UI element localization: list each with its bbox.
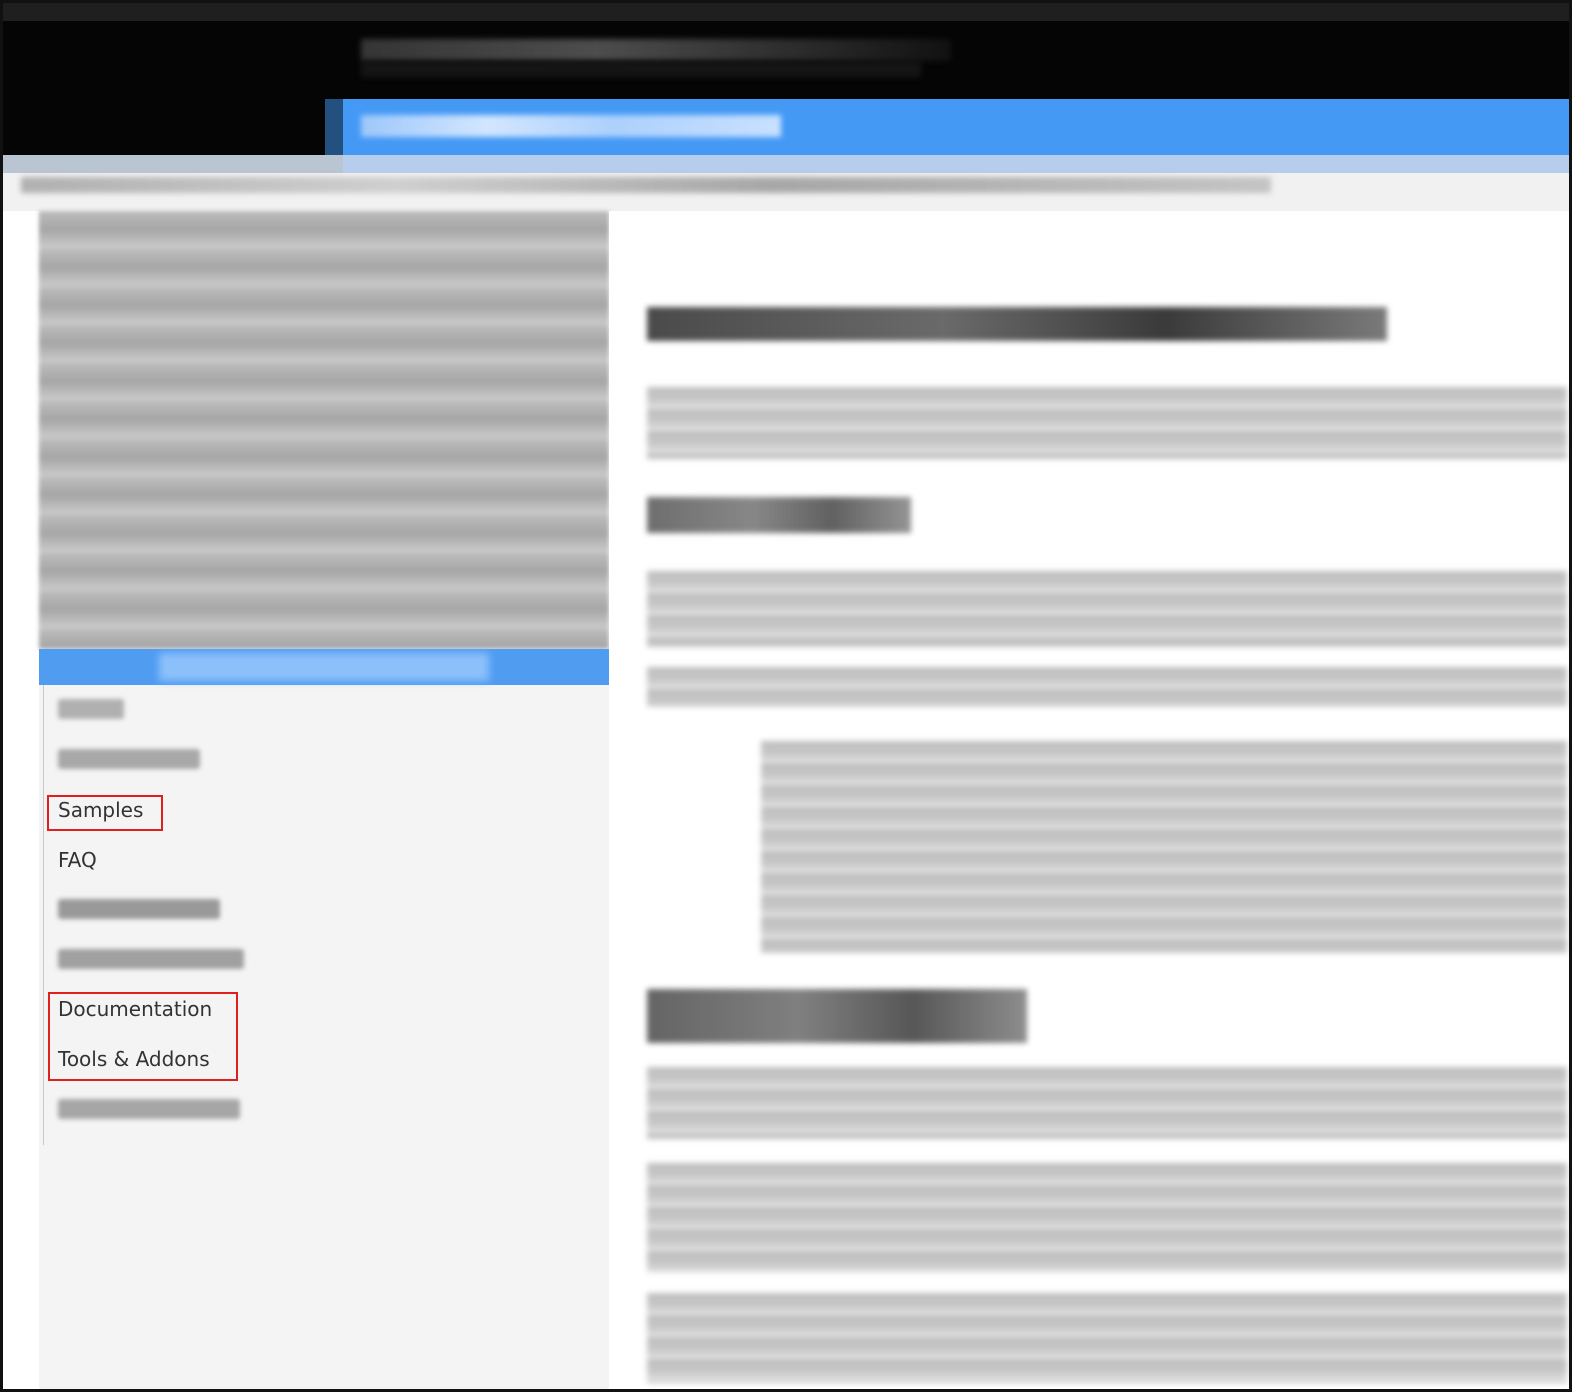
paragraph-obscured-2 [647,571,1567,647]
header-underline-right [343,155,1569,173]
sidebar-nav: Samples FAQ Documentation Tools & Addons [43,685,610,1145]
site-subtitle-obscured [361,61,921,77]
sidebar-active-bar[interactable] [39,649,609,685]
header-nav-edge [325,99,343,155]
main-content [609,211,1569,1389]
indented-block-obscured [761,741,1567,953]
sidebar-item-tools-addons[interactable]: Tools & Addons [58,1046,210,1072]
sidebar-item-documentation[interactable]: Documentation [58,996,212,1022]
section-heading-obscured-1 [647,497,911,533]
intro-paragraph-obscured [647,387,1567,459]
sidebar-item-obscured-3[interactable] [58,899,220,919]
browser-window: Samples FAQ Documentation Tools & Addons [0,0,1572,1392]
header-stripe [3,3,1569,21]
sidebar-item-samples[interactable]: Samples [58,797,143,823]
header-nav-obscured[interactable] [361,115,781,137]
paragraph-obscured-6 [647,1293,1567,1383]
paragraph-obscured-4 [647,1067,1567,1139]
sidebar: Samples FAQ Documentation Tools & Addons [39,211,609,1389]
sidebar-item-obscured-1[interactable] [58,699,124,719]
site-title-obscured [361,39,951,61]
sidebar-item-obscured-4[interactable] [58,949,244,969]
header-nav-bar [325,99,1569,155]
breadcrumb-bar [3,173,1569,211]
header-underline [3,155,1569,173]
sidebar-item-obscured-2[interactable] [58,749,200,769]
page-title-obscured [647,307,1387,341]
sidebar-header-obscured [39,211,609,649]
sidebar-item-obscured-5[interactable] [58,1099,240,1119]
sidebar-active-bar-obscured [159,653,489,681]
breadcrumb-obscured[interactable] [21,177,1271,193]
section-heading-obscured-2 [647,989,1027,1043]
paragraph-obscured-3 [647,667,1567,707]
paragraph-obscured-5 [647,1163,1567,1273]
sidebar-item-faq[interactable]: FAQ [58,847,97,873]
